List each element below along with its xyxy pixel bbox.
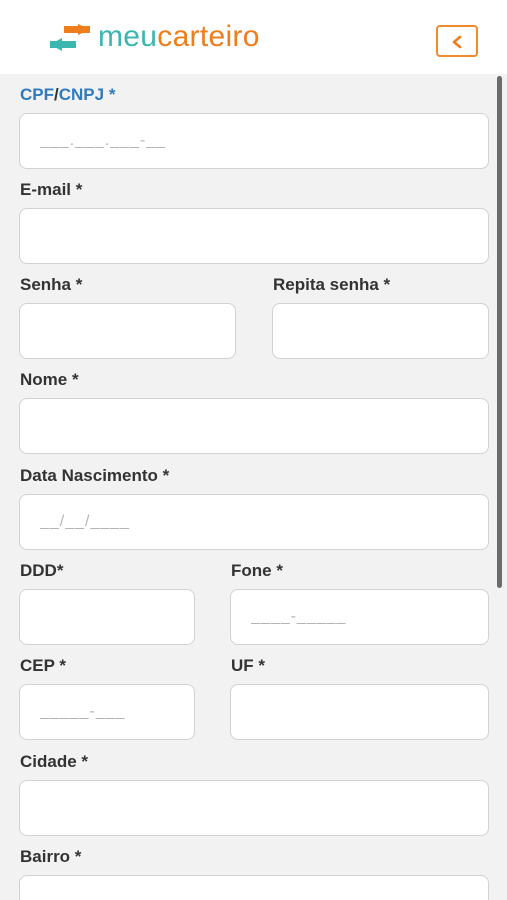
repita-senha-field[interactable] (272, 303, 489, 359)
senha-field[interactable] (19, 303, 236, 359)
cep-field[interactable] (19, 684, 195, 740)
cep-input[interactable] (20, 685, 194, 739)
senha-label: Senha * (20, 275, 83, 294)
cnpj-link[interactable]: CNPJ (59, 85, 104, 104)
cidade-field[interactable] (19, 780, 489, 836)
email-label: E-mail * (20, 180, 83, 199)
cpf-input[interactable] (20, 114, 488, 168)
nome-label: Nome * (20, 370, 79, 389)
cpf-link[interactable]: CPF (20, 85, 54, 104)
data-nascimento-input[interactable] (20, 495, 488, 549)
ddd-input[interactable] (20, 590, 194, 644)
uf-field[interactable] (230, 684, 489, 740)
ddd-field[interactable] (19, 589, 195, 645)
bairro-label: Bairro * (20, 847, 82, 866)
fone-field[interactable] (230, 589, 489, 645)
back-button[interactable] (436, 25, 478, 57)
fone-input[interactable] (231, 590, 488, 644)
data-nascimento-field[interactable] (19, 494, 489, 550)
repita-senha-label: Repita senha * (273, 275, 391, 294)
chevron-left-icon (452, 35, 462, 49)
required-mark: * (104, 85, 116, 104)
logo-part-meu: meu (98, 20, 158, 53)
logo-part-carteiro: carteiro (157, 20, 260, 53)
cidade-label: Cidade * (20, 752, 89, 771)
email-field[interactable] (19, 208, 489, 264)
uf-label: UF * (231, 656, 265, 675)
nome-input[interactable] (20, 399, 488, 453)
exchange-arrows-icon (50, 24, 90, 51)
bairro-field[interactable] (19, 875, 489, 900)
ddd-label: DDD* (20, 561, 64, 580)
data-nascimento-label: Data Nascimento * (20, 466, 170, 485)
repita-senha-input[interactable] (273, 304, 488, 358)
app-header: meucarteiro (0, 0, 507, 74)
uf-input[interactable] (231, 685, 488, 739)
logo-text: meucarteiro (98, 18, 260, 56)
cidade-input[interactable] (20, 781, 488, 835)
cpf-field[interactable] (19, 113, 489, 169)
bairro-input[interactable] (20, 876, 488, 900)
cep-label: CEP * (20, 656, 66, 675)
fone-label: Fone * (231, 561, 283, 580)
scrollbar[interactable] (497, 76, 502, 588)
senha-input[interactable] (20, 304, 235, 358)
nome-field[interactable] (19, 398, 489, 454)
cpf-cnpj-label: CPF/CNPJ * (20, 84, 115, 106)
email-input[interactable] (20, 209, 488, 263)
